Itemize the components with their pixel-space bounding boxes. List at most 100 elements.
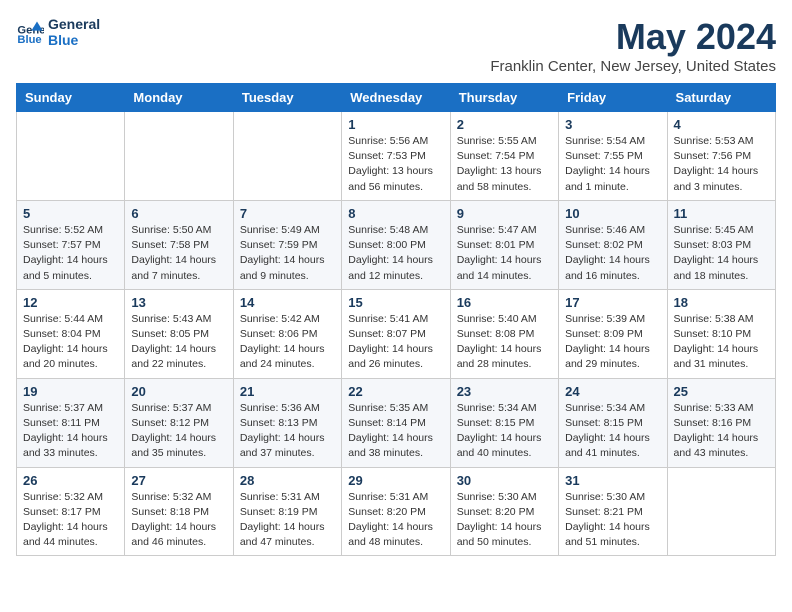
day-cell: 18 Sunrise: 5:38 AMSunset: 8:10 PMDayligh… [667, 289, 775, 378]
day-number: 19 [23, 384, 118, 399]
day-cell: 24 Sunrise: 5:34 AMSunset: 8:15 PMDayligh… [559, 378, 667, 467]
day-number: 29 [348, 473, 443, 488]
day-info: Sunrise: 5:47 AMSunset: 8:01 PMDaylight:… [457, 223, 552, 284]
day-info: Sunrise: 5:42 AMSunset: 8:06 PMDaylight:… [240, 312, 335, 373]
day-info: Sunrise: 5:46 AMSunset: 8:02 PMDaylight:… [565, 223, 660, 284]
day-number: 18 [674, 295, 769, 310]
day-number: 9 [457, 206, 552, 221]
logo: General Blue General Blue [16, 16, 100, 48]
logo-line1: General [48, 16, 100, 32]
day-cell: 5 Sunrise: 5:52 AMSunset: 7:57 PMDaylight… [17, 200, 125, 289]
day-info: Sunrise: 5:53 AMSunset: 7:56 PMDaylight:… [674, 134, 769, 195]
day-info: Sunrise: 5:54 AMSunset: 7:55 PMDaylight:… [565, 134, 660, 195]
weekday-wednesday: Wednesday [342, 84, 450, 112]
day-info: Sunrise: 5:56 AMSunset: 7:53 PMDaylight:… [348, 134, 443, 195]
weekday-sunday: Sunday [17, 84, 125, 112]
day-cell: 6Sunrise: 5:50 AMSunset: 7:58 PMDaylight… [125, 200, 233, 289]
weekday-thursday: Thursday [450, 84, 558, 112]
day-info: Sunrise: 5:38 AMSunset: 8:10 PMDaylight:… [674, 312, 769, 373]
day-info: Sunrise: 5:30 AMSunset: 8:20 PMDaylight:… [457, 490, 552, 551]
weekday-saturday: Saturday [667, 84, 775, 112]
day-info: Sunrise: 5:32 AMSunset: 8:17 PMDaylight:… [23, 490, 118, 551]
day-info: Sunrise: 5:34 AMSunset: 8:15 PMDaylight:… [565, 401, 660, 462]
day-info: Sunrise: 5:33 AMSunset: 8:16 PMDaylight:… [674, 401, 769, 462]
day-number: 22 [348, 384, 443, 399]
day-info: Sunrise: 5:31 AMSunset: 8:19 PMDaylight:… [240, 490, 335, 551]
day-info: Sunrise: 5:40 AMSunset: 8:08 PMDaylight:… [457, 312, 552, 373]
day-cell: 25 Sunrise: 5:33 AMSunset: 8:16 PMDayligh… [667, 378, 775, 467]
day-number: 16 [457, 295, 552, 310]
day-cell: 19 Sunrise: 5:37 AMSunset: 8:11 PMDayligh… [17, 378, 125, 467]
day-number: 26 [23, 473, 118, 488]
calendar-title: May 2024 [490, 16, 776, 58]
day-cell: 8 Sunrise: 5:48 AMSunset: 8:00 PMDaylight… [342, 200, 450, 289]
day-number: 24 [565, 384, 660, 399]
day-info: Sunrise: 5:48 AMSunset: 8:00 PMDaylight:… [348, 223, 443, 284]
day-number: 27 [131, 473, 226, 488]
day-cell: 9 Sunrise: 5:47 AMSunset: 8:01 PMDaylight… [450, 200, 558, 289]
day-cell: 14 Sunrise: 5:42 AMSunset: 8:06 PMDayligh… [233, 289, 341, 378]
day-cell: 23 Sunrise: 5:34 AMSunset: 8:15 PMDayligh… [450, 378, 558, 467]
svg-text:Blue: Blue [17, 34, 41, 46]
day-number: 25 [674, 384, 769, 399]
calendar-subtitle: Franklin Center, New Jersey, United Stat… [490, 58, 776, 75]
day-cell: 29 Sunrise: 5:31 AMSunset: 8:20 PMDayligh… [342, 467, 450, 556]
logo-icon: General Blue [16, 18, 44, 46]
week-row-4: 19 Sunrise: 5:37 AMSunset: 8:11 PMDayligh… [17, 378, 776, 467]
day-number: 23 [457, 384, 552, 399]
day-cell: 7Sunrise: 5:49 AMSunset: 7:59 PMDaylight… [233, 200, 341, 289]
day-cell: 15 Sunrise: 5:41 AMSunset: 8:07 PMDayligh… [342, 289, 450, 378]
day-info: Sunrise: 5:39 AMSunset: 8:09 PMDaylight:… [565, 312, 660, 373]
day-number: 28 [240, 473, 335, 488]
day-cell: 21 Sunrise: 5:36 AMSunset: 8:13 PMDayligh… [233, 378, 341, 467]
day-number: 14 [240, 295, 335, 310]
day-number: 13 [131, 295, 226, 310]
day-number: 11 [674, 206, 769, 221]
day-cell: 30 Sunrise: 5:30 AMSunset: 8:20 PMDayligh… [450, 467, 558, 556]
day-number: 7 [240, 206, 335, 221]
weekday-tuesday: Tuesday [233, 84, 341, 112]
day-info: Sunrise: 5:50 AMSunset: 7:58 PMDaylight:… [131, 223, 226, 284]
day-number: 15 [348, 295, 443, 310]
weekday-monday: Monday [125, 84, 233, 112]
day-cell [233, 112, 341, 201]
day-number: 21 [240, 384, 335, 399]
logo-line2: Blue [48, 32, 100, 48]
day-number: 30 [457, 473, 552, 488]
day-number: 17 [565, 295, 660, 310]
calendar-header: General Blue General Blue May 2024 Frank… [16, 16, 776, 75]
day-number: 4 [674, 117, 769, 132]
day-cell: 27 Sunrise: 5:32 AMSunset: 8:18 PMDayligh… [125, 467, 233, 556]
day-info: Sunrise: 5:37 AMSunset: 8:11 PMDaylight:… [23, 401, 118, 462]
day-number: 12 [23, 295, 118, 310]
day-cell: 12Sunrise: 5:44 AMSunset: 8:04 PMDayligh… [17, 289, 125, 378]
day-info: Sunrise: 5:34 AMSunset: 8:15 PMDaylight:… [457, 401, 552, 462]
day-number: 8 [348, 206, 443, 221]
day-cell [125, 112, 233, 201]
day-cell: 2Sunrise: 5:55 AMSunset: 7:54 PMDaylight… [450, 112, 558, 201]
day-cell [667, 467, 775, 556]
day-cell: 17 Sunrise: 5:39 AMSunset: 8:09 PMDayligh… [559, 289, 667, 378]
day-number: 1 [348, 117, 443, 132]
day-info: Sunrise: 5:52 AMSunset: 7:57 PMDaylight:… [23, 223, 118, 284]
day-info: Sunrise: 5:30 AMSunset: 8:21 PMDaylight:… [565, 490, 660, 551]
day-number: 5 [23, 206, 118, 221]
day-cell: 20Sunrise: 5:37 AMSunset: 8:12 PMDayligh… [125, 378, 233, 467]
week-row-3: 12Sunrise: 5:44 AMSunset: 8:04 PMDayligh… [17, 289, 776, 378]
day-cell: 16 Sunrise: 5:40 AMSunset: 8:08 PMDayligh… [450, 289, 558, 378]
day-cell: 10Sunrise: 5:46 AMSunset: 8:02 PMDayligh… [559, 200, 667, 289]
day-number: 2 [457, 117, 552, 132]
day-info: Sunrise: 5:45 AMSunset: 8:03 PMDaylight:… [674, 223, 769, 284]
day-info: Sunrise: 5:43 AMSunset: 8:05 PMDaylight:… [131, 312, 226, 373]
day-info: Sunrise: 5:36 AMSunset: 8:13 PMDaylight:… [240, 401, 335, 462]
day-cell [17, 112, 125, 201]
day-number: 3 [565, 117, 660, 132]
day-cell: 4 Sunrise: 5:53 AMSunset: 7:56 PMDaylight… [667, 112, 775, 201]
calendar-body: 1 Sunrise: 5:56 AMSunset: 7:53 PMDaylight… [17, 112, 776, 556]
day-cell: 1 Sunrise: 5:56 AMSunset: 7:53 PMDaylight… [342, 112, 450, 201]
day-cell: 11 Sunrise: 5:45 AMSunset: 8:03 PMDayligh… [667, 200, 775, 289]
day-cell: 28 Sunrise: 5:31 AMSunset: 8:19 PMDayligh… [233, 467, 341, 556]
day-info: Sunrise: 5:31 AMSunset: 8:20 PMDaylight:… [348, 490, 443, 551]
day-info: Sunrise: 5:41 AMSunset: 8:07 PMDaylight:… [348, 312, 443, 373]
day-info: Sunrise: 5:32 AMSunset: 8:18 PMDaylight:… [131, 490, 226, 551]
